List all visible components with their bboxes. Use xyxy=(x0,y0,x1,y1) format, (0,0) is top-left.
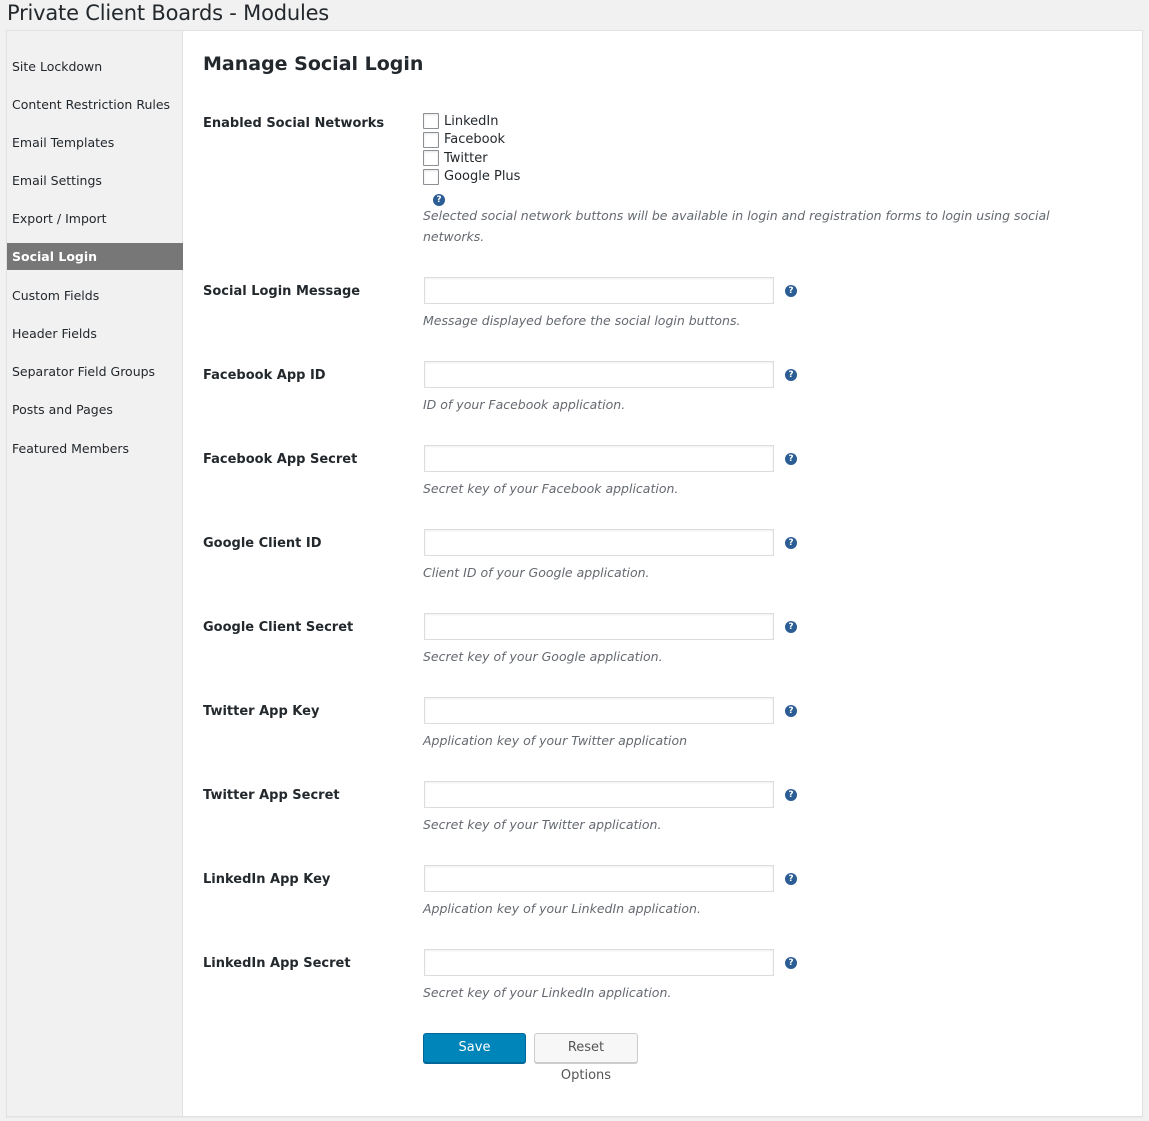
help-icon[interactable]: ? xyxy=(785,285,797,297)
network-option-linkedin[interactable]: LinkedIn xyxy=(423,112,520,131)
help-icon[interactable]: ? xyxy=(785,789,797,801)
sidebar-item-custom-fields[interactable]: Custom Fields xyxy=(7,282,183,309)
network-option-google-plus[interactable]: Google Plus xyxy=(423,168,520,187)
facebook-checkbox[interactable] xyxy=(423,131,439,148)
networks-checkbox-group: LinkedIn Facebook Twitter Google Plus ? xyxy=(423,112,520,206)
page-title: Private Client Boards - Modules xyxy=(7,1,330,25)
sidebar-item-header-fields[interactable]: Header Fields xyxy=(7,320,183,347)
help-icon[interactable]: ? xyxy=(785,369,797,381)
network-option-twitter[interactable]: Twitter xyxy=(423,149,520,168)
section-title: Manage Social Login xyxy=(203,53,424,75)
sidebar-item-content-restriction-rules[interactable]: Content Restriction Rules xyxy=(7,91,183,118)
social-login-message-input[interactable] xyxy=(424,277,774,304)
reset-options-button[interactable]: Reset Options xyxy=(534,1033,638,1083)
linkedin-checkbox-label: LinkedIn xyxy=(444,113,499,129)
google-client-id-input[interactable] xyxy=(424,529,774,556)
linkedin-app-secret-description: Secret key of your LinkedIn application. xyxy=(423,985,672,1000)
facebook-checkbox-label: Facebook xyxy=(444,132,506,148)
linkedin-app-secret-input[interactable] xyxy=(424,949,774,976)
twitter-app-key-description: Application key of your Twitter applicat… xyxy=(423,733,688,748)
sidebar-item-separator-field-groups[interactable]: Separator Field Groups xyxy=(7,358,183,385)
facebook-app-id-input[interactable] xyxy=(424,361,774,388)
linkedin-app-key-label: LinkedIn App Key xyxy=(203,872,331,887)
sidebar-item-email-templates[interactable]: Email Templates xyxy=(7,129,183,156)
facebook-app-id-label: Facebook App ID xyxy=(203,368,326,383)
network-option-facebook[interactable]: Facebook xyxy=(423,131,520,150)
help-icon[interactable]: ? xyxy=(785,705,797,717)
twitter-app-key-label: Twitter App Key xyxy=(203,704,320,719)
google-client-secret-input[interactable] xyxy=(424,613,774,640)
sidebar-item-email-settings[interactable]: Email Settings xyxy=(7,167,183,194)
twitter-checkbox[interactable] xyxy=(423,150,439,167)
save-changes-button[interactable]: Save Changes xyxy=(423,1033,526,1083)
social-login-message-label: Social Login Message xyxy=(203,284,361,299)
help-icon[interactable]: ? xyxy=(785,957,797,969)
twitter-checkbox-label: Twitter xyxy=(444,150,488,166)
sidebar-item-site-lockdown[interactable]: Site Lockdown xyxy=(7,53,183,80)
modules-panel: Site Lockdown Content Restriction Rules … xyxy=(6,30,1143,1117)
linkedin-app-key-input[interactable] xyxy=(424,865,774,892)
facebook-app-secret-label: Facebook App Secret xyxy=(203,452,358,467)
sidebar-item-posts-and-pages[interactable]: Posts and Pages xyxy=(7,396,183,423)
sidebar: Site Lockdown Content Restriction Rules … xyxy=(7,31,183,1116)
google-client-id-label: Google Client ID xyxy=(203,536,322,551)
linkedin-app-key-description: Application key of your LinkedIn applica… xyxy=(423,901,701,916)
google-client-secret-description: Secret key of your Google application. xyxy=(423,649,663,664)
facebook-app-secret-input[interactable] xyxy=(424,445,774,472)
sidebar-item-featured-members[interactable]: Featured Members xyxy=(7,435,183,462)
twitter-app-key-input[interactable] xyxy=(424,697,774,724)
google-client-id-description: Client ID of your Google application. xyxy=(423,565,650,580)
google-client-secret-label: Google Client Secret xyxy=(203,620,354,635)
linkedin-app-secret-label: LinkedIn App Secret xyxy=(203,956,351,971)
help-icon[interactable]: ? xyxy=(785,537,797,549)
facebook-app-id-description: ID of your Facebook application. xyxy=(423,397,626,412)
help-icon[interactable]: ? xyxy=(785,453,797,465)
twitter-app-secret-description: Secret key of your Twitter application. xyxy=(423,817,662,832)
enabled-networks-label: Enabled Social Networks xyxy=(203,116,385,131)
twitter-app-secret-input[interactable] xyxy=(424,781,774,808)
social-login-message-description: Message displayed before the social logi… xyxy=(423,313,741,328)
google-plus-checkbox[interactable] xyxy=(423,168,439,185)
sidebar-item-export-import[interactable]: Export / Import xyxy=(7,205,183,232)
linkedin-checkbox[interactable] xyxy=(423,113,439,130)
sidebar-item-social-login[interactable]: Social Login xyxy=(7,243,183,270)
help-icon[interactable]: ? xyxy=(785,621,797,633)
twitter-app-secret-label: Twitter App Secret xyxy=(203,788,340,803)
google-plus-checkbox-label: Google Plus xyxy=(444,169,521,185)
networks-description: Selected social network buttons will be … xyxy=(423,208,1050,244)
help-icon[interactable]: ? xyxy=(785,873,797,885)
facebook-app-secret-description: Secret key of your Facebook application. xyxy=(423,481,679,496)
